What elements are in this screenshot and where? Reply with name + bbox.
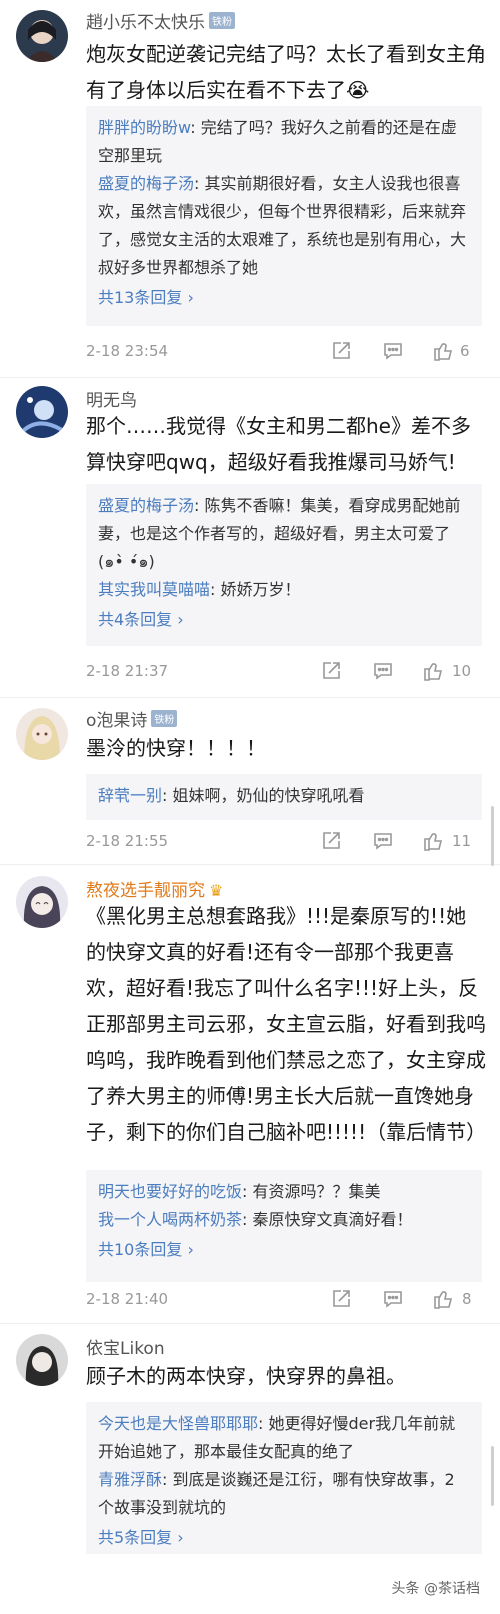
divider [0,864,500,865]
comment-icon[interactable] [372,660,394,684]
comment-icon[interactable] [382,1288,404,1312]
username[interactable]: 趙小乐不太快乐 铁粉 [86,8,235,33]
reply-item: 胖胖的盼盼w: 完结了吗？我好久之前看的还是在虚空那里玩 [98,118,457,165]
reply-box[interactable]: 胖胖的盼盼w: 完结了吗？我好久之前看的还是在虚空那里玩 盛夏的梅子汤: 其实前… [86,106,482,326]
fan-badge: 铁粉 [151,710,178,727]
more-replies-link[interactable]: 共5条回复 › [98,1524,470,1552]
comment-icon[interactable] [372,830,394,854]
like-count: 8 [462,1290,472,1308]
reply-username[interactable]: 我一个人喝两杯奶茶 [98,1210,242,1229]
share-icon[interactable] [320,830,342,854]
reply-item: 青雅浮酥: 到底是谈巍还是江衍，哪有快穿故事，2个故事没到就坑的 [98,1470,455,1517]
share-icon[interactable] [330,340,352,364]
divider [0,697,500,698]
more-replies-link[interactable]: 共13条回复 › [98,284,470,312]
username[interactable]: o泡果诗 铁粉 [86,706,178,731]
reply-box[interactable]: 明天也要好好的吃饭: 有资源吗？？集美 我一个人喝两杯奶茶: 秦原快穿文真滴好看… [86,1170,482,1282]
divider [0,1323,500,1324]
scrollbar[interactable] [491,1446,494,1506]
comment-meta: 2-18 21:40 8 [86,1288,482,1312]
avatar[interactable] [16,708,68,760]
more-replies-link[interactable]: 共4条回复 › [98,606,470,634]
avatar[interactable] [16,876,68,928]
comment-text: 顾子木的两本快穿，快穿界的鼻祖。 [86,1364,406,1388]
reply-username[interactable]: 盛夏的梅子汤 [98,496,194,515]
like-icon[interactable] [422,830,444,854]
reply-box[interactable]: 盛夏的梅子汤: 陈隽不香嘛！集美，看穿成男配她前妻，也是这个作者写的，超级好看，… [86,484,482,646]
scrollbar[interactable] [491,806,494,866]
comment-text: 那个……我觉得《女主和男二都he》差不多算快穿吧qwq，超级好看我推爆司马娇气! [86,414,471,474]
reply-item: 其实我叫莫喵喵: 娇娇万岁！ [98,580,301,599]
like-count: 6 [460,342,470,360]
reply-item: 盛夏的梅子汤: 其实前期很好看，女主人设我也很喜欢，虽然言情戏很少，但每个世界很… [98,174,467,277]
reply-item: 今天也是大怪兽耶耶耶: 她更得好慢der我几年前就开始追她了，那本最佳女配真的绝… [98,1414,456,1461]
comment-meta: 2-18 21:37 10 [86,660,482,684]
reply-username[interactable]: 胖胖的盼盼w [98,118,190,137]
reply-username[interactable]: 青雅浮酥 [98,1470,162,1489]
like-icon[interactable] [432,1288,454,1312]
reply-box[interactable]: 今天也是大怪兽耶耶耶: 她更得好慢der我几年前就开始追她了，那本最佳女配真的绝… [86,1402,482,1554]
reply-username[interactable]: 其实我叫莫喵喵 [98,580,210,599]
comment-text: 炮灰女配逆袭记完结了吗？太长了看到女主角有了身体以后实在看不下去了😭 [86,42,486,102]
like-icon[interactable] [422,660,444,684]
like-count: 10 [452,662,472,680]
watermark: 头条 @茶话档 [391,1581,480,1597]
comment-icon[interactable] [382,340,404,364]
timestamp: 2-18 21:40 [86,1290,169,1308]
share-icon[interactable] [330,1288,352,1312]
reply-item: 盛夏的梅子汤: 陈隽不香嘛！集美，看穿成男配她前妻，也是这个作者写的，超级好看，… [98,496,461,571]
reply-item: 我一个人喝两杯奶茶: 秦原快穿文真滴好看！ [98,1210,413,1229]
reply-box[interactable]: 辞茕一别: 姐妹啊，奶仙的快穿吼吼看 [86,774,482,820]
more-replies-link[interactable]: 共10条回复 › [98,1236,470,1264]
comment-text: 墨泠的快穿！！！！ [86,736,266,760]
avatar[interactable] [16,10,68,62]
divider [0,377,500,378]
avatar[interactable] [16,386,68,438]
avatar[interactable] [16,1334,68,1386]
fan-badge: 铁粉 [209,12,235,29]
comment-meta: 2-18 21:55 11 [86,830,482,854]
reply-item: 明天也要好好的吃饭: 有资源吗？？集美 [98,1182,381,1201]
like-count: 11 [452,832,472,850]
reply-username[interactable]: 今天也是大怪兽耶耶耶 [98,1414,258,1433]
comment-text: 《黑化男主总想套路我》!!!是秦原写的!!她的快穿文真的好看!还有令一部那个我更… [86,904,487,1144]
timestamp: 2-18 21:55 [86,832,169,850]
username[interactable]: 依宝Likon [86,1334,165,1359]
timestamp: 2-18 23:54 [86,342,169,360]
reply-username[interactable]: 明天也要好好的吃饭 [98,1182,242,1201]
reply-username[interactable]: 辞茕一别 [98,786,162,805]
share-icon[interactable] [320,660,342,684]
comment-meta: 2-18 23:54 6 [86,340,482,364]
like-icon[interactable] [432,340,454,364]
reply-username[interactable]: 盛夏的梅子汤 [98,174,194,193]
timestamp: 2-18 21:37 [86,662,169,680]
reply-item: 辞茕一别: 姐妹啊，奶仙的快穿吼吼看 [98,786,365,805]
